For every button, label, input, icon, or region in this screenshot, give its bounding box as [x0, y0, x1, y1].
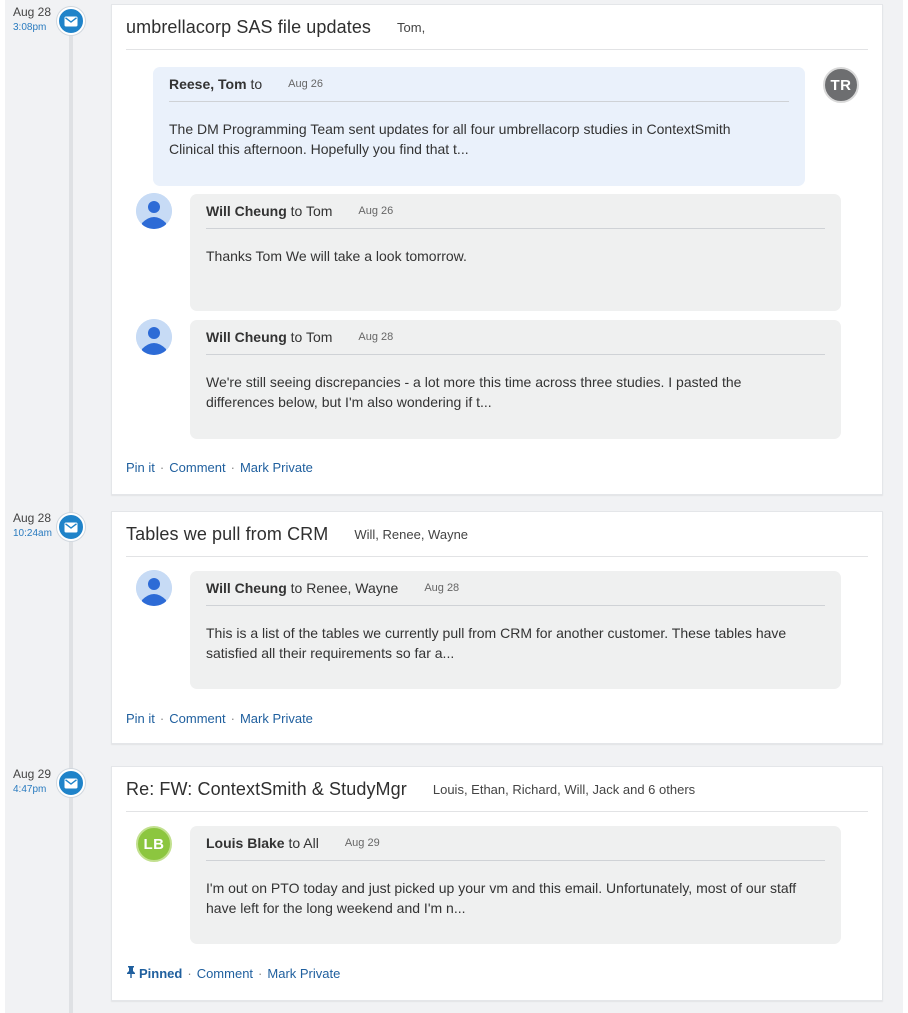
- comment-link[interactable]: Comment: [197, 966, 253, 981]
- avatar: TR: [823, 67, 859, 103]
- thread-subject[interactable]: Tables we pull from CRM: [126, 524, 328, 545]
- entry-date: Aug 28: [13, 511, 52, 525]
- message-sender: Reese, Tom to: [169, 76, 262, 92]
- sender-name: Will Cheung: [206, 203, 287, 219]
- message-date: Aug 29: [344, 837, 380, 849]
- message-header: Will Cheung to Renee, Wayne Aug 28: [206, 571, 825, 606]
- thread-card: Tables we pull from CRM Will, Renee, Way…: [111, 511, 883, 744]
- comment-link[interactable]: Comment: [169, 711, 225, 726]
- message-bubble[interactable]: Louis Blake to All Aug 29 I'm out on PTO…: [190, 826, 841, 944]
- message-sender: Louis Blake to All: [206, 835, 319, 851]
- timeline-date: Aug 29 4:47pm: [13, 767, 63, 797]
- avatar-initials: LB: [143, 835, 165, 853]
- thread-participants: Will, Renee, Wayne: [354, 526, 469, 542]
- message-sender: Will Cheung to Tom: [206, 203, 332, 219]
- avatar: LB: [136, 826, 172, 862]
- thread-header: Re: FW: ContextSmith & StudyMgr Louis, E…: [126, 767, 868, 812]
- message-sender: Will Cheung to Tom: [206, 329, 332, 345]
- person-icon: [136, 319, 172, 355]
- thread-subject[interactable]: umbrellacorp SAS file updates: [126, 17, 371, 38]
- person-icon: [136, 193, 172, 229]
- message-header: Louis Blake to All Aug 29: [206, 826, 825, 861]
- message-body: We're still seeing discrepancies - a lot…: [206, 374, 742, 410]
- pinned-label: Pinned: [139, 966, 183, 981]
- timeline-date: Aug 28 10:24am: [13, 511, 63, 541]
- message-body: The DM Programming Team sent updates for…: [169, 121, 731, 157]
- entry-time: 4:47pm: [13, 784, 47, 795]
- message-date: Aug 26: [358, 205, 394, 217]
- thread-actions: Pinned · Comment · Mark Private: [126, 966, 340, 981]
- entry-date: Aug 29: [13, 767, 52, 781]
- message-header: Will Cheung to Tom Aug 28: [206, 320, 825, 355]
- separator: ·: [230, 460, 235, 475]
- recipient-text: to Renee, Wayne: [290, 580, 399, 596]
- separator: ·: [159, 460, 165, 475]
- separator: ·: [159, 711, 165, 726]
- left-frame: [0, 0, 5, 1013]
- recipient-text: to Tom: [290, 329, 333, 345]
- message-bubble[interactable]: Will Cheung to Tom Aug 28 We're still se…: [190, 320, 841, 439]
- message-body: I'm out on PTO today and just picked up …: [206, 880, 797, 916]
- separator: ·: [187, 966, 192, 981]
- thread-header: Tables we pull from CRM Will, Renee, Way…: [126, 512, 868, 557]
- separator: ·: [230, 711, 235, 726]
- mark-private-link[interactable]: Mark Private: [240, 460, 313, 475]
- entry-date: Aug 28: [13, 5, 52, 19]
- comment-link[interactable]: Comment: [169, 460, 225, 475]
- sender-name: Louis Blake: [206, 835, 285, 851]
- thread-card: Re: FW: ContextSmith & StudyMgr Louis, E…: [111, 766, 883, 1001]
- recipient-text: to: [250, 76, 263, 92]
- thread-participants: Louis, Ethan, Richard, Will, Jack and 6 …: [432, 781, 696, 797]
- thread-participants: Tom,: [397, 19, 426, 35]
- thread-card: umbrellacorp SAS file updates Tom, Reese…: [111, 4, 883, 495]
- entry-time: 3:08pm: [13, 22, 47, 33]
- mail-icon[interactable]: [57, 769, 85, 797]
- avatar-initials: TR: [830, 76, 852, 94]
- sender-name: Will Cheung: [206, 329, 287, 345]
- pinned-link[interactable]: Pinned: [126, 966, 182, 981]
- pin-it-link[interactable]: Pin it: [126, 711, 155, 726]
- sender-name: Reese, Tom: [169, 76, 247, 92]
- timeline-date: Aug 28 3:08pm: [13, 5, 63, 35]
- thread-actions: Pin it · Comment · Mark Private: [126, 460, 313, 475]
- message-header: Reese, Tom to Aug 26: [169, 67, 789, 102]
- message-bubble[interactable]: Reese, Tom to Aug 26 The DM Programming …: [153, 67, 805, 186]
- pin-icon: [127, 966, 135, 978]
- recipient-text: to All: [288, 835, 319, 851]
- sender-name: Will Cheung: [206, 580, 287, 596]
- mail-icon[interactable]: [57, 7, 85, 35]
- message-sender: Will Cheung to Renee, Wayne: [206, 580, 398, 596]
- recipient-text: to Tom: [290, 203, 333, 219]
- message-body: Thanks Tom We will take a look tomorrow.: [206, 248, 467, 264]
- pin-it-link[interactable]: Pin it: [126, 460, 155, 475]
- person-icon: [136, 570, 172, 606]
- right-frame: [903, 0, 908, 1013]
- thread-actions: Pin it · Comment · Mark Private: [126, 711, 313, 726]
- message-bubble[interactable]: Will Cheung to Tom Aug 26 Thanks Tom We …: [190, 194, 841, 311]
- mark-private-link[interactable]: Mark Private: [267, 966, 340, 981]
- message-date: Aug 28: [424, 582, 460, 594]
- separator: ·: [258, 966, 263, 981]
- mail-icon[interactable]: [57, 513, 85, 541]
- entry-time: 10:24am: [13, 528, 52, 539]
- message-body: This is a list of the tables we currentl…: [206, 625, 787, 661]
- message-date: Aug 28: [358, 331, 394, 343]
- thread-subject[interactable]: Re: FW: ContextSmith & StudyMgr: [126, 779, 407, 800]
- message-date: Aug 26: [288, 78, 323, 90]
- message-bubble[interactable]: Will Cheung to Renee, Wayne Aug 28 This …: [190, 571, 841, 689]
- mark-private-link[interactable]: Mark Private: [240, 711, 313, 726]
- thread-header: umbrellacorp SAS file updates Tom,: [126, 5, 868, 50]
- message-header: Will Cheung to Tom Aug 26: [206, 194, 825, 229]
